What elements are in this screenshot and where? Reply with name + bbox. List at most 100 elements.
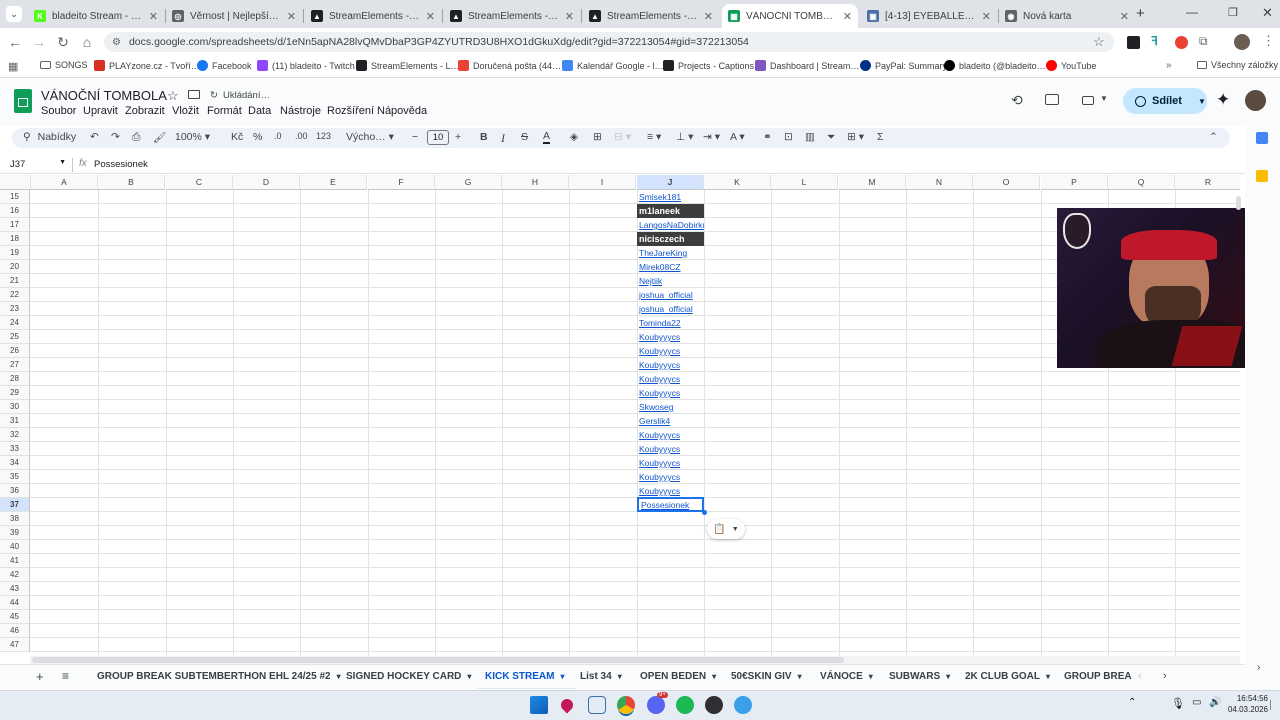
browser-tab[interactable]: ▣ [4-13] EYEBALLERS vs. Ne ✕ [861, 4, 997, 28]
column-header[interactable]: F [368, 175, 435, 190]
menu-item[interactable]: Upravit [83, 105, 118, 117]
share-dropdown-icon[interactable]: ▼ [1198, 97, 1206, 106]
extensions-puzzle-icon[interactable]: ⧉ [1199, 34, 1208, 49]
cell-j[interactable]: Koubyyycs [637, 428, 704, 442]
browser-tab[interactable]: ▲ StreamElements - Overlay ✕ [305, 4, 441, 28]
menu-item[interactable]: Vložit [172, 105, 199, 117]
row-header[interactable]: 24 [0, 316, 30, 330]
menu-item[interactable]: Formát [207, 105, 242, 117]
column-header[interactable]: B [98, 175, 165, 190]
chrome-icon[interactable] [617, 696, 635, 714]
menu-item[interactable]: Soubor [41, 105, 76, 117]
row-header[interactable]: 41 [0, 554, 30, 568]
row-header[interactable]: 21 [0, 274, 30, 288]
row-header[interactable]: 42 [0, 568, 30, 582]
profile-avatar[interactable] [1234, 34, 1250, 50]
vertical-align-icon[interactable]: ⊥ ▾ [676, 131, 693, 143]
comments-icon[interactable] [1045, 94, 1059, 105]
italic-icon[interactable]: I [501, 131, 505, 146]
browser-tab[interactable]: ◉ Nová karta ✕ [999, 4, 1135, 28]
bold-icon[interactable]: B [480, 131, 488, 143]
bookmark-item[interactable]: Dashboard | Stream… [755, 60, 859, 71]
sheets-logo-icon[interactable] [14, 89, 32, 113]
share-button[interactable]: Sdílet ▼ [1123, 88, 1207, 114]
version-history-icon[interactable]: ⟲ [1011, 92, 1023, 109]
document-title[interactable]: VÁNOČNÍ TOMBOLA [41, 88, 167, 103]
column-header[interactable]: I [569, 175, 636, 190]
cell-j[interactable]: Koubyyycs [637, 442, 704, 456]
collapse-toolbar-icon[interactable]: ⌃ [1209, 131, 1218, 143]
browser-menu-icon[interactable]: ⋮ [1262, 33, 1275, 49]
menu-item[interactable]: Nápověda [377, 105, 427, 117]
insert-link-icon[interactable]: ⚭ [763, 131, 772, 143]
bookmark-item[interactable]: YouTube [1046, 60, 1096, 71]
window-restore-icon[interactable]: ❐ [1228, 6, 1238, 19]
select-all-corner[interactable] [0, 175, 31, 190]
microphone-icon[interactable]: 🎙 [1171, 697, 1185, 710]
reload-icon[interactable]: ↻ [54, 33, 72, 51]
column-header[interactable]: G [435, 175, 502, 190]
app-icon-8[interactable] [734, 696, 752, 714]
scroll-tabs-right-icon[interactable]: › [1163, 670, 1167, 682]
decrease-decimal-button[interactable]: .0 [274, 131, 282, 141]
sheet-tab-dropdown-icon[interactable]: ▾ [946, 672, 950, 681]
sheet-tab-dropdown-icon[interactable]: ▾ [467, 672, 471, 681]
cell-j[interactable]: Koubyyycs [637, 344, 704, 358]
text-color-icon[interactable]: A [543, 131, 551, 144]
merge-cells-icon[interactable]: ⊟ ▾ [614, 131, 631, 143]
row-header[interactable]: 47 [0, 638, 30, 652]
column-header[interactable]: E [300, 175, 367, 190]
network-icon[interactable]: ▭ [1192, 697, 1201, 708]
sheet-tab[interactable]: 2K CLUB GOAL ▾ [965, 671, 1050, 682]
cell-j[interactable]: joshua_official [637, 302, 704, 316]
sheet-tab-dropdown-icon[interactable]: ▾ [712, 672, 716, 681]
sheet-tab[interactable]: SIGNED HOCKEY CARD ▾ [346, 671, 471, 682]
home-icon[interactable]: ⌂ [78, 33, 96, 51]
cell-j[interactable]: Koubyyycs [637, 372, 704, 386]
insert-chart-icon[interactable]: ▥ [805, 131, 815, 143]
sheet-tab-dropdown-icon[interactable]: ▾ [1046, 672, 1050, 681]
bookmark-item[interactable]: Facebook [197, 60, 252, 71]
clock[interactable]: 16:54:56 04.03.2026 [1226, 693, 1268, 715]
column-header[interactable]: P [1041, 175, 1108, 190]
font-select[interactable]: Výcho… ▾ [346, 131, 394, 143]
tab-close-icon[interactable]: ✕ [982, 10, 991, 23]
row-header[interactable]: 30 [0, 400, 30, 414]
menu-item[interactable]: Nástroje [280, 105, 321, 117]
bookmark-item[interactable]: SONGS [40, 60, 88, 70]
print-icon[interactable]: ⎙ [132, 131, 140, 144]
extension-icon-3[interactable] [1175, 36, 1188, 49]
sheet-tab[interactable]: GROUP BREAK SUBTEMBERTHON EHL 24/25 #2 ▾ [97, 671, 341, 682]
cell-j[interactable]: Smisek181 [637, 190, 704, 204]
cell-j[interactable]: Koubyyycs [637, 358, 704, 372]
sheet-tab[interactable]: 50€SKIN GIV ▾ [731, 671, 802, 682]
tab-close-icon[interactable]: ✕ [426, 10, 435, 23]
new-tab-button[interactable]: + [1136, 5, 1145, 22]
fill-color-icon[interactable]: ◈ [570, 131, 578, 143]
row-header[interactable]: 28 [0, 372, 30, 386]
row-header[interactable]: 35 [0, 470, 30, 484]
name-box[interactable]: J37 ▼ [10, 159, 66, 170]
menu-item[interactable]: Zobrazit [125, 105, 165, 117]
paint-format-icon[interactable]: 🖌 [153, 131, 166, 144]
font-size-increase[interactable]: + [455, 131, 461, 143]
cell-j[interactable]: m1laneek [637, 204, 704, 218]
bookmark-item[interactable]: Projects - Captions [663, 60, 754, 71]
sheet-tab-dropdown-icon[interactable]: ▾ [560, 672, 564, 681]
cell-j[interactable]: Possesionek [637, 497, 704, 512]
side-panel-expand-icon[interactable]: › [1257, 662, 1260, 673]
row-header[interactable]: 26 [0, 344, 30, 358]
row-header[interactable]: 32 [0, 428, 30, 442]
row-header[interactable]: 40 [0, 540, 30, 554]
column-header[interactable]: R [1175, 175, 1240, 190]
move-folder-icon[interactable] [188, 90, 200, 99]
all-bookmarks[interactable]: Všechny záložky [1197, 60, 1278, 70]
row-header[interactable]: 45 [0, 610, 30, 624]
borders-icon[interactable]: ⊞ [593, 131, 602, 143]
window-minimize-icon[interactable]: — [1186, 5, 1198, 19]
column-header[interactable]: A [31, 175, 98, 190]
row-header[interactable]: 33 [0, 442, 30, 456]
browser-tab[interactable]: ▦ VÁNOČNÍ TOMBOLA - Ta ✕ [722, 4, 858, 28]
row-header[interactable]: 31 [0, 414, 30, 428]
bookmark-item[interactable]: (11) bladeito - Twitch [257, 60, 355, 71]
